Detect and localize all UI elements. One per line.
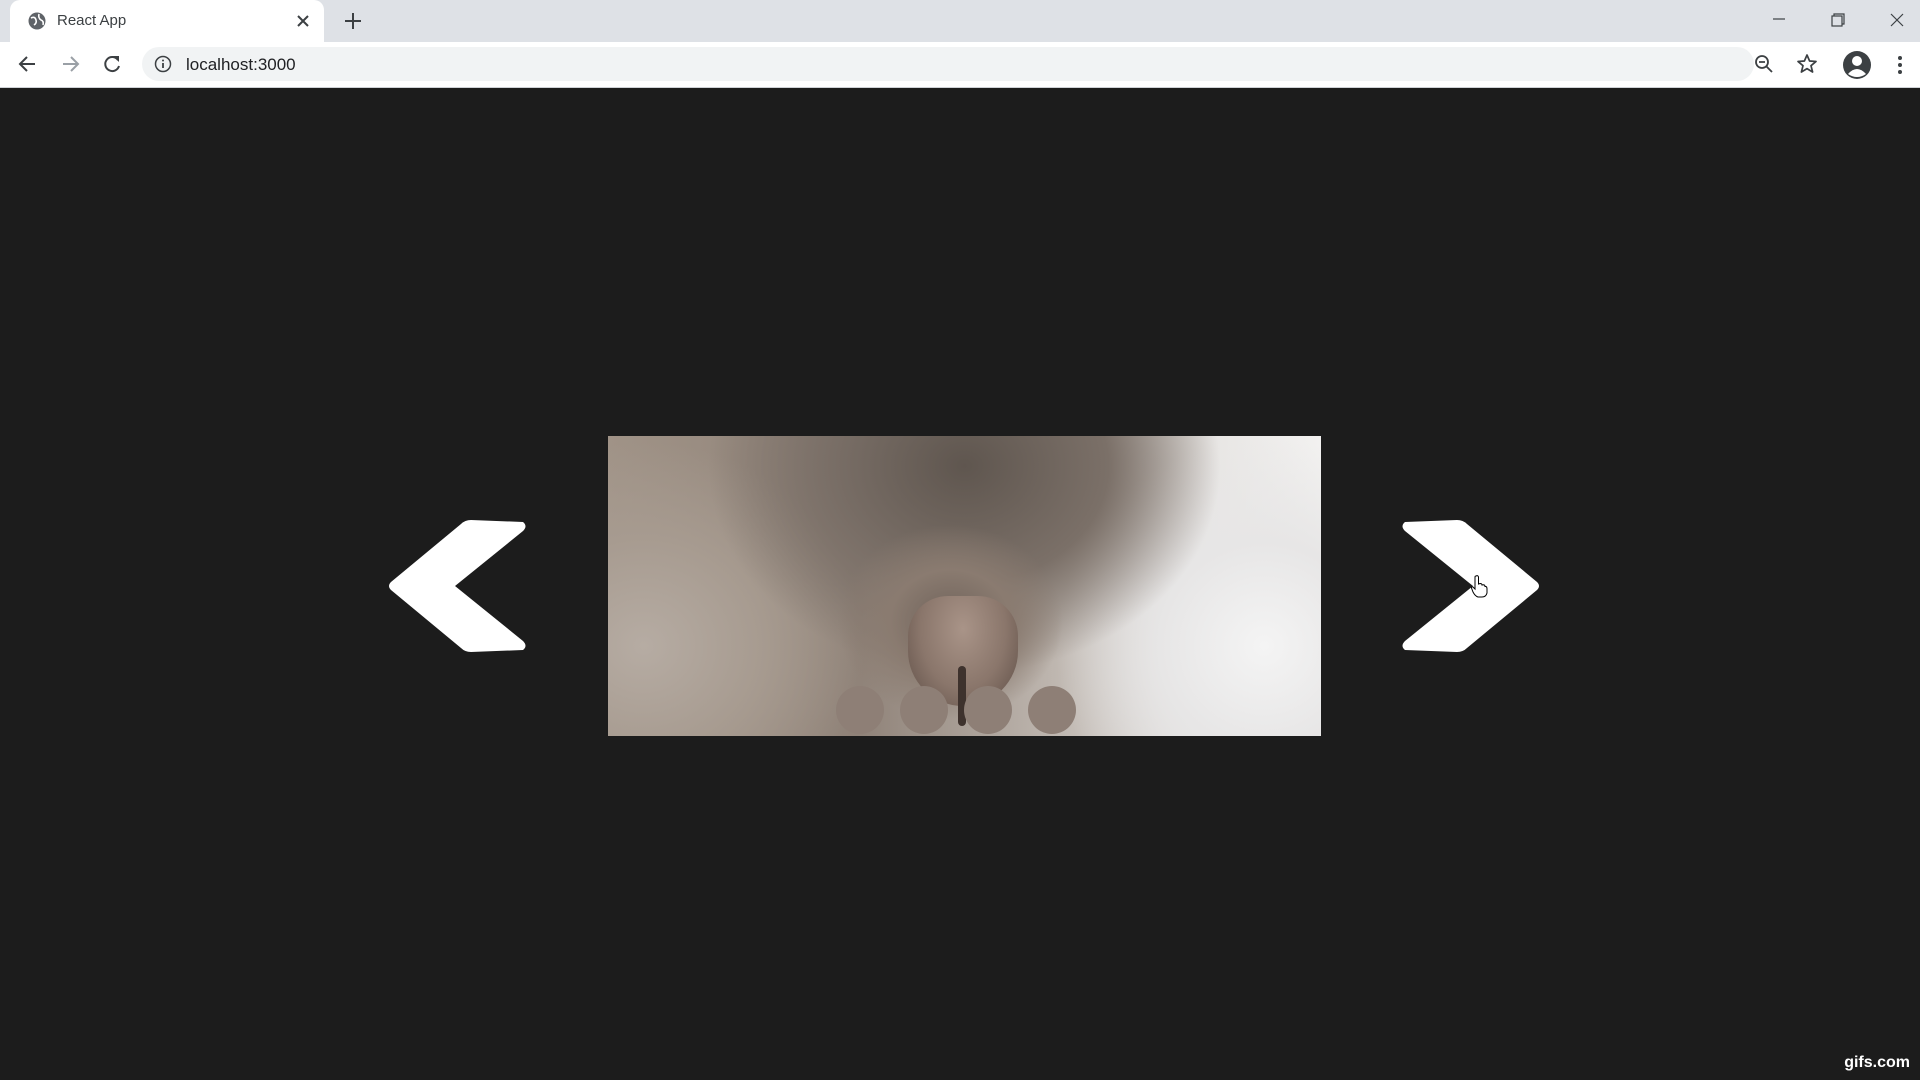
reload-icon[interactable] xyxy=(99,51,125,77)
watermark: gifs.com xyxy=(1844,1054,1910,1071)
carousel-indicators xyxy=(836,686,1096,734)
menu-icon[interactable] xyxy=(1890,54,1910,76)
carousel-dot-2[interactable] xyxy=(900,686,948,734)
page-viewport xyxy=(0,88,1920,1080)
minimize-icon[interactable] xyxy=(1764,6,1794,34)
browser-toolbar: localhost:3000 xyxy=(0,42,1920,88)
carousel-dot-3[interactable] xyxy=(964,686,1012,734)
hand-cursor-icon xyxy=(1470,575,1488,598)
tab-strip: React App xyxy=(0,0,1920,42)
forward-arrow-icon[interactable] xyxy=(57,51,83,77)
zoom-out-icon[interactable] xyxy=(1752,52,1776,76)
address-bar[interactable]: localhost:3000 xyxy=(142,47,1817,81)
star-icon[interactable] xyxy=(1795,52,1819,76)
new-tab-icon[interactable] xyxy=(342,10,364,32)
restore-icon[interactable] xyxy=(1823,6,1853,34)
carousel-dot-1[interactable] xyxy=(836,686,884,734)
chevron-left-icon[interactable] xyxy=(383,514,533,658)
globe-icon xyxy=(28,12,46,30)
back-arrow-icon[interactable] xyxy=(15,51,41,77)
profile-icon[interactable] xyxy=(1842,50,1872,80)
url-text[interactable]: localhost:3000 xyxy=(186,55,296,75)
carousel-dot-4[interactable] xyxy=(1028,686,1076,734)
window-close-icon[interactable] xyxy=(1882,6,1912,34)
tab-title: React App xyxy=(57,12,127,29)
carousel-image xyxy=(608,436,1321,736)
close-tab-icon[interactable] xyxy=(294,12,312,30)
browser-tab[interactable]: React App xyxy=(10,0,324,42)
info-icon[interactable] xyxy=(154,55,172,73)
